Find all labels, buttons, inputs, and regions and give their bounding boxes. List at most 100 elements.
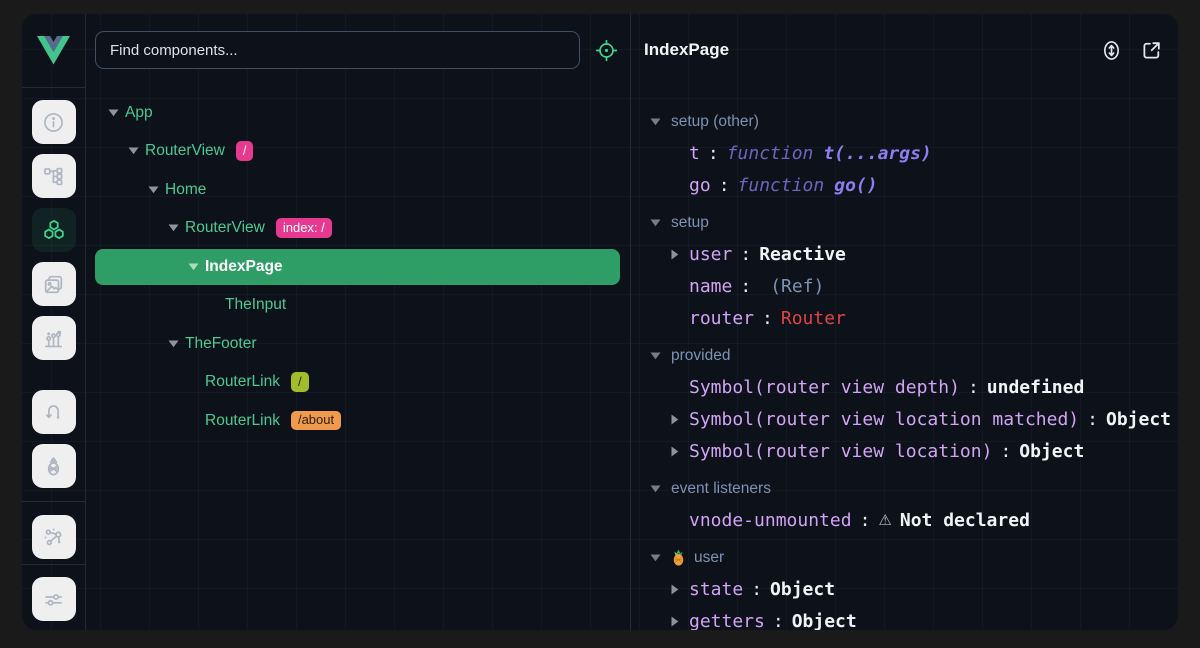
key-value-separator: :: [719, 175, 730, 196]
state-row-name: name: (Ref): [631, 270, 1178, 302]
tree-row-theinput[interactable]: TheInput: [95, 287, 620, 323]
state-section-header-user[interactable]: user: [631, 542, 1178, 573]
key-value-separator: :: [773, 611, 784, 631]
key-value-separator: :: [740, 244, 751, 265]
activity-item-pages[interactable]: [32, 154, 76, 198]
component-name: RouterView: [185, 219, 265, 237]
tree-row-routerlink-about[interactable]: RouterLink/about: [95, 403, 620, 439]
inspector-state: setup (other)t:functiont(...args)go:func…: [631, 86, 1178, 630]
key-value-separator: :: [1087, 409, 1098, 430]
warning-icon: ⚠: [878, 511, 891, 529]
state-row-getters[interactable]: getters: Object: [631, 605, 1178, 630]
activity-item-graph[interactable]: [32, 515, 76, 559]
state-key: name: [689, 276, 732, 297]
state-row-state[interactable]: state:Object: [631, 573, 1178, 605]
key-value-separator: :: [762, 308, 773, 329]
pinia-icon: [42, 455, 65, 478]
activity-bar-divider: [22, 501, 86, 502]
scroll-lock-button[interactable]: [1100, 38, 1123, 63]
tree-row-thefooter[interactable]: TheFooter: [95, 326, 620, 362]
component-tree: AppRouterView/HomeRouterViewindex: /Inde…: [86, 86, 630, 630]
activity-item-router[interactable]: [32, 390, 76, 434]
section-label: setup: [671, 214, 709, 232]
expand-arrow-icon[interactable]: [168, 340, 185, 348]
open-in-editor-button[interactable]: [1140, 39, 1163, 62]
state-value: Reactive: [759, 244, 846, 265]
state-row-t: t:functiont(...args): [631, 137, 1178, 169]
expand-arrow-icon[interactable]: [671, 584, 689, 595]
component-name: RouterLink: [205, 412, 280, 430]
component-name: TheFooter: [185, 335, 257, 353]
activity-item-settings[interactable]: [32, 577, 76, 621]
activity-item-assets[interactable]: [32, 262, 76, 306]
devtools-window: AppRouterView/HomeRouterViewindex: /Inde…: [22, 14, 1178, 630]
state-value: Object: [792, 611, 857, 631]
component-name: IndexPage: [205, 258, 283, 276]
section-label: setup (other): [671, 113, 759, 131]
components-panel: AppRouterView/HomeRouterViewindex: /Inde…: [86, 14, 631, 630]
state-row-symbol-router-view-location-matched-[interactable]: Symbol(router view location matched):Obj…: [631, 403, 1178, 435]
state-row-vnode-unmounted: vnode-unmounted: ⚠ Not declared: [631, 504, 1178, 536]
state-key: Symbol(router view depth): [689, 377, 960, 398]
levels-icon: [42, 327, 65, 350]
pinia-store-icon: [671, 549, 686, 566]
expand-arrow-icon[interactable]: [671, 249, 689, 260]
activity-item-inspector[interactable]: [32, 316, 76, 360]
state-section-header-setup[interactable]: setup: [631, 207, 1178, 238]
expand-arrow-icon[interactable]: [671, 616, 689, 627]
state-key: router: [689, 308, 754, 329]
tree-row-app[interactable]: App: [95, 95, 620, 131]
function-keyword: function: [727, 143, 814, 164]
tree-row-routerview-index[interactable]: RouterViewindex: /: [95, 210, 620, 246]
state-section-header-event-listeners[interactable]: event listeners: [631, 473, 1178, 504]
state-key: getters: [689, 611, 765, 631]
state-key: vnode-unmounted: [689, 510, 852, 531]
expand-arrow-icon[interactable]: [168, 224, 185, 232]
function-keyword: function: [738, 175, 825, 196]
expand-arrow-icon[interactable]: [108, 109, 125, 117]
tree-row-routerview-[interactable]: RouterView/: [95, 133, 620, 169]
tree-row-home[interactable]: Home: [95, 172, 620, 208]
state-section-header-provided[interactable]: provided: [631, 340, 1178, 371]
activity-item-components[interactable]: [32, 208, 76, 252]
activity-bar-bottom: [22, 564, 85, 630]
section-label: event listeners: [671, 480, 771, 498]
key-value-separator: :: [860, 510, 871, 531]
search-input[interactable]: [95, 31, 580, 69]
scroll-lock-icon: [1100, 38, 1123, 63]
key-value-separator: :: [740, 276, 751, 297]
state-row-symbol-router-view-location-[interactable]: Symbol(router view location):Object: [631, 435, 1178, 467]
state-row-symbol-router-view-depth-: Symbol(router view depth):undefined: [631, 371, 1178, 403]
state-section-header-setup-other-[interactable]: setup (other): [631, 106, 1178, 137]
component-name: TheInput: [225, 296, 286, 314]
collapse-arrow-icon: [650, 118, 661, 126]
state-value: Object: [1106, 409, 1171, 430]
activity-item-overview[interactable]: [32, 100, 76, 144]
tree-row-routerlink-[interactable]: RouterLink/: [95, 364, 620, 400]
state-value: Not declared: [900, 510, 1030, 531]
inspector-panel: IndexPage: [631, 14, 1178, 630]
state-value: Object: [770, 579, 835, 600]
locate-component-button[interactable]: [591, 35, 621, 65]
vue-logo: [22, 14, 85, 88]
open-in-editor-icon: [1140, 39, 1163, 62]
key-value-separator: :: [708, 143, 719, 164]
expand-arrow-icon[interactable]: [188, 263, 205, 271]
route-badge: /: [291, 372, 309, 392]
activity-item-pinia[interactable]: [32, 444, 76, 488]
expand-arrow-icon[interactable]: [128, 147, 145, 155]
expand-arrow-icon[interactable]: [148, 186, 165, 194]
state-key: state: [689, 579, 743, 600]
state-key: go: [689, 175, 711, 196]
state-key: user: [689, 244, 732, 265]
expand-arrow-icon[interactable]: [671, 414, 689, 425]
state-value: undefined: [987, 377, 1085, 398]
route-badge: /: [236, 141, 254, 161]
tree-row-indexpage[interactable]: IndexPage: [95, 249, 620, 285]
inspected-component-title: IndexPage: [644, 40, 729, 60]
expand-arrow-icon[interactable]: [671, 446, 689, 457]
ref-type-tag: (Ref): [770, 276, 824, 297]
function-signature: go(): [834, 175, 877, 196]
state-row-user[interactable]: user: Reactive: [631, 238, 1178, 270]
state-row-router: router:Router: [631, 302, 1178, 334]
